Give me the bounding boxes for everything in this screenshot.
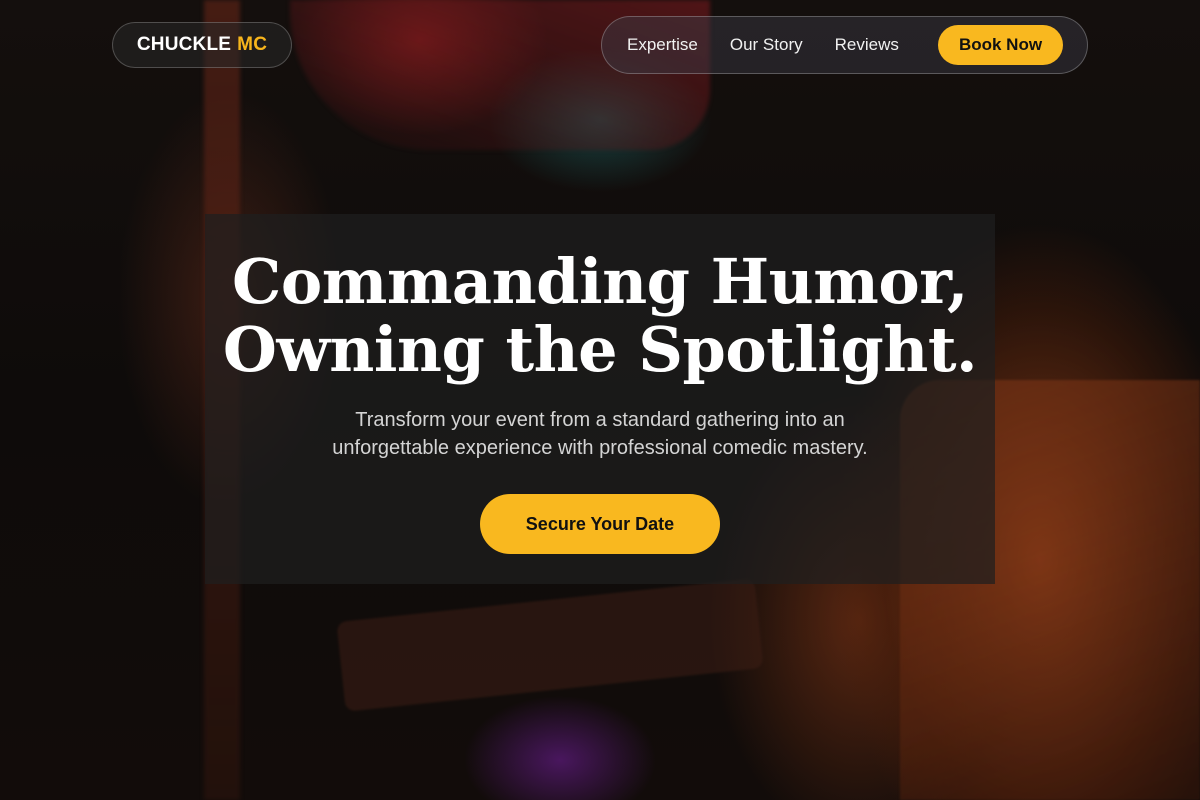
- hero-subtitle: Transform your event from a standard gat…: [205, 406, 995, 462]
- background-photo-guitar: [336, 578, 764, 712]
- headline-line-2: Owning the Spotlight.: [222, 313, 978, 386]
- hero-section: CHUCKLE MC Expertise Our Story Reviews B…: [0, 0, 1200, 800]
- headline-line-1: Commanding Humor,: [232, 245, 968, 318]
- main-nav: Expertise Our Story Reviews Book Now: [601, 16, 1088, 74]
- nav-link-expertise[interactable]: Expertise: [627, 35, 698, 55]
- nav-link-our-story[interactable]: Our Story: [730, 35, 803, 55]
- logo-main-text: CHUCKLE: [136, 34, 232, 55]
- subtitle-line-1: Transform your event from a standard gat…: [355, 409, 845, 431]
- secure-date-button[interactable]: Secure Your Date: [480, 494, 720, 554]
- logo-accent-text: MC: [237, 34, 268, 55]
- site-logo[interactable]: CHUCKLE MC: [112, 22, 292, 68]
- subtitle-line-2: unforgettable experience with profession…: [332, 437, 868, 459]
- nav-link-reviews[interactable]: Reviews: [835, 35, 899, 55]
- book-now-button[interactable]: Book Now: [938, 25, 1063, 65]
- hero-headline: Commanding Humor, Owning the Spotlight.: [205, 248, 995, 384]
